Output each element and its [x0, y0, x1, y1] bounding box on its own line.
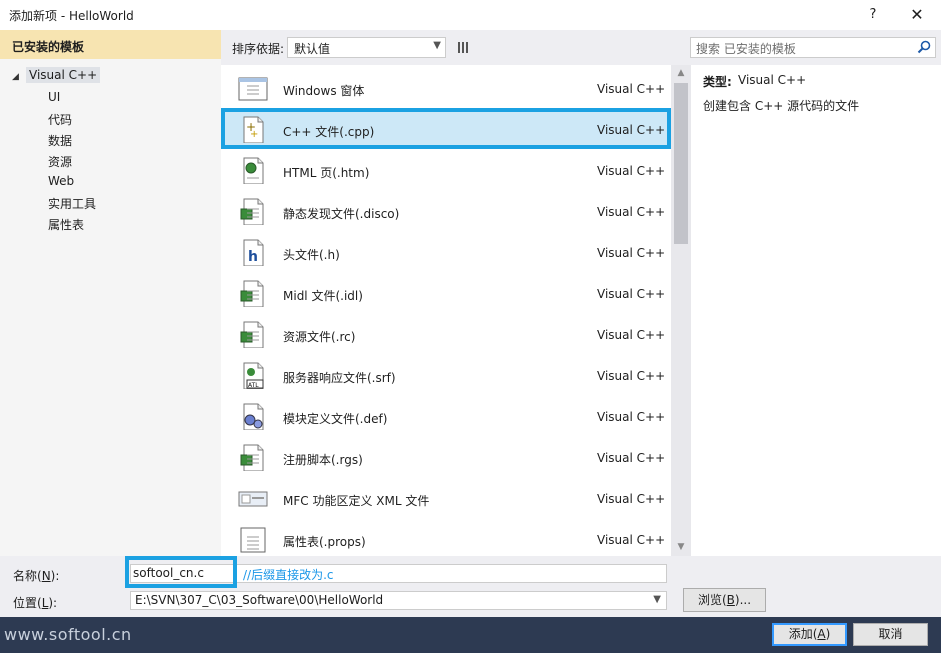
title-bar: 添加新项 - HelloWorld ? ✕: [0, 0, 941, 30]
sort-value: 默认值: [294, 42, 331, 56]
item-details-form: 名称(N): softool_cn.c //后缀直接改为.c 位置(L): E:…: [0, 556, 941, 617]
header-file-icon: h: [243, 239, 264, 266]
close-button[interactable]: ✕: [900, 4, 934, 26]
template-name: HTML 页(.htm): [283, 166, 370, 180]
svg-text:+: +: [250, 129, 258, 140]
tree-child-item[interactable]: 数据: [48, 132, 72, 149]
template-item[interactable]: HTML 页(.htm) Visual C++: [221, 149, 671, 190]
window-title: 添加新项 - HelloWorld: [9, 9, 134, 23]
location-dropdown[interactable]: E:\SVN\307_C\03_Software\00\HelloWorld ▼: [130, 591, 667, 610]
template-name: Windows 窗体: [283, 84, 365, 98]
tree-child-item[interactable]: 资源: [48, 153, 72, 170]
template-language: Visual C++: [597, 451, 666, 465]
template-item[interactable]: + + C++ 文件(.cpp) Visual C++: [221, 108, 671, 149]
chevron-down-icon: ▼: [653, 594, 661, 605]
mfc-ribbon-icon: [238, 491, 268, 507]
template-language: Visual C++: [597, 492, 666, 506]
type-value: Visual C++: [738, 73, 807, 87]
template-language: Visual C++: [597, 369, 666, 383]
template-language: Visual C++: [597, 328, 666, 342]
tree-node-label: Visual C++: [26, 67, 101, 83]
tree-child-item[interactable]: 代码: [48, 111, 72, 128]
template-language: Visual C++: [597, 410, 666, 424]
sort-dropdown[interactable]: 默认值 ▼: [287, 37, 446, 58]
template-name: 服务器响应文件(.srf): [283, 371, 396, 385]
location-label: 位置(L):: [13, 596, 58, 610]
template-name: 头文件(.h): [283, 248, 340, 262]
template-description: 创建包含 C++ 源代码的文件: [703, 99, 860, 113]
template-name: 模块定义文件(.def): [283, 412, 388, 426]
template-language: Visual C++: [597, 533, 666, 547]
watermark: www.softool.cn: [4, 625, 132, 644]
search-icon[interactable]: [916, 39, 932, 55]
rgs-file-icon: [240, 444, 264, 471]
idl-file-icon: [240, 280, 264, 307]
svg-text:h: h: [248, 249, 258, 265]
dialog-footer: www.softool.cn 添加(A) 取消: [0, 617, 941, 653]
props-file-icon: [240, 527, 266, 553]
chevron-down-icon: ▼: [433, 40, 441, 51]
template-list-scrollbar[interactable]: ▲ ▼: [671, 65, 691, 556]
tree-child-item[interactable]: UI: [48, 90, 60, 104]
search-placeholder: 搜索 已安装的模板: [696, 42, 796, 56]
name-annotation: //后缀直接改为.c: [243, 568, 334, 582]
search-input[interactable]: 搜索 已安装的模板: [690, 37, 936, 58]
add-button[interactable]: 添加(A): [772, 623, 847, 646]
help-button[interactable]: ?: [858, 4, 888, 26]
template-name: C++ 文件(.cpp): [283, 125, 375, 139]
template-item[interactable]: Windows 窗体 Visual C++: [221, 67, 671, 108]
resource-file-icon: [240, 321, 264, 348]
srf-file-icon: ATL: [243, 362, 264, 389]
browse-button[interactable]: 浏览(B)...: [683, 588, 766, 612]
template-tree-panel: 已安装的模板 ◢ Visual C++ UI 代码数据资源 Web 实用工具属性表: [0, 30, 221, 556]
tree-node-visual-cpp[interactable]: ◢ Visual C++: [12, 67, 101, 84]
template-item[interactable]: MFC 功能区定义 XML 文件 Visual C++: [221, 477, 671, 518]
sort-label: 排序依据:: [232, 42, 285, 56]
template-item[interactable]: 属性表(.props) Visual C++: [221, 518, 671, 556]
tree-child-item[interactable]: Web: [48, 174, 74, 188]
svg-text:ATL: ATL: [248, 382, 259, 389]
expand-arrow-icon[interactable]: ◢: [12, 72, 26, 82]
tree-child-item[interactable]: 实用工具: [48, 195, 96, 212]
small-icons-view-button[interactable]: [454, 38, 473, 57]
template-language: Visual C++: [597, 287, 666, 301]
template-info-panel: 类型: Visual C++ 创建包含 C++ 源代码的文件: [691, 65, 941, 556]
template-name: 属性表(.props): [283, 535, 366, 549]
template-item[interactable]: 静态发现文件(.disco) Visual C++: [221, 190, 671, 231]
html-page-icon: [243, 157, 264, 184]
type-label: 类型:: [703, 75, 732, 89]
template-language: Visual C++: [597, 205, 666, 219]
cpp-file-icon: ++: [243, 116, 264, 143]
cancel-button[interactable]: 取消: [853, 623, 928, 646]
template-item[interactable]: Midl 文件(.idl) Visual C++: [221, 272, 671, 313]
disco-file-icon: [240, 198, 264, 225]
name-label: 名称(N):: [13, 569, 60, 583]
scrollbar-thumb[interactable]: [674, 83, 688, 244]
grid-view-icon: [458, 42, 469, 53]
scroll-up-icon[interactable]: ▲: [671, 65, 691, 82]
template-language: Visual C++: [597, 123, 666, 137]
installed-templates-header[interactable]: 已安装的模板: [0, 30, 221, 59]
template-name: MFC 功能区定义 XML 文件: [283, 494, 430, 508]
template-item[interactable]: 注册脚本(.rgs) Visual C++: [221, 436, 671, 477]
sort-toolbar: 排序依据: 默认值 ▼ 搜索 已安装的模板: [221, 30, 941, 586]
template-item[interactable]: h 头文件(.h) Visual C++: [221, 231, 671, 272]
template-item[interactable]: 资源文件(.rc) Visual C++: [221, 313, 671, 354]
def-file-icon: [243, 403, 264, 430]
template-name: 注册脚本(.rgs): [283, 453, 363, 467]
location-value: E:\SVN\307_C\03_Software\00\HelloWorld: [135, 593, 384, 607]
template-name: Midl 文件(.idl): [283, 289, 363, 303]
template-name: 资源文件(.rc): [283, 330, 356, 344]
template-item[interactable]: ATL 服务器响应文件(.srf) Visual C++: [221, 354, 671, 395]
name-highlight-box: [125, 556, 237, 588]
template-language: Visual C++: [597, 164, 666, 178]
template-language: Visual C++: [597, 246, 666, 260]
windows-form-icon: [238, 77, 268, 101]
template-list: Windows 窗体 Visual C++ + + C++ 文件(.cpp) Visual…: [221, 65, 671, 556]
template-item[interactable]: 模块定义文件(.def) Visual C++: [221, 395, 671, 436]
template-name: 静态发现文件(.disco): [283, 207, 400, 221]
template-language: Visual C++: [597, 82, 666, 96]
scroll-down-icon[interactable]: ▼: [671, 539, 691, 556]
tree-child-item[interactable]: 属性表: [48, 216, 84, 233]
